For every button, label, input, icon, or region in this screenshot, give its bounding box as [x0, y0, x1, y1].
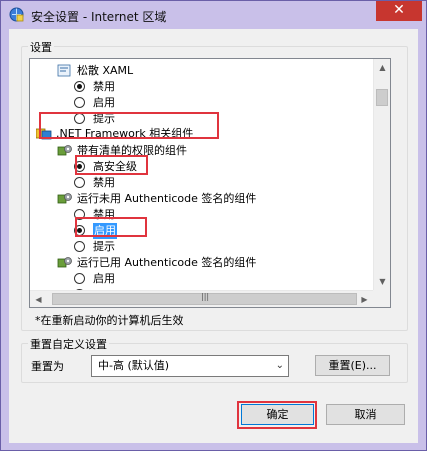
category-label: .NET Framework 相关组件 — [56, 127, 194, 140]
option-label: 启用 — [93, 223, 117, 239]
reset-level-select[interactable]: 中-高 (默认值) ⌄ — [91, 355, 289, 377]
setting-header-label: 运行未用 Authenticode 签名的组件 — [77, 192, 257, 205]
radio-checked-icon[interactable] — [74, 225, 85, 236]
radio-unchecked-icon[interactable] — [74, 273, 85, 284]
ok-button[interactable]: 确定 — [241, 404, 314, 425]
horizontal-scrollbar[interactable]: ◀ ||| ▶ — [30, 290, 373, 307]
xaml-icon — [57, 64, 73, 77]
option-label: 禁用 — [93, 80, 115, 93]
reset-to-label: 重置为 — [31, 360, 64, 373]
title-bar[interactable]: 安全设置 - Internet 区域 ✕ — [1, 1, 426, 28]
option-label: 高安全级 — [93, 160, 137, 173]
scroll-right-icon[interactable]: ▶ — [356, 295, 373, 304]
reset-level-value: 中-高 (默认值) — [98, 359, 170, 372]
option-label: 启用 — [93, 272, 115, 285]
radio-unchecked-icon[interactable] — [74, 97, 85, 108]
option-label: 启用 — [93, 96, 115, 109]
vertical-scrollbar[interactable]: ▲ ▼ — [373, 59, 390, 290]
cancel-button[interactable]: 取消 — [326, 404, 405, 425]
close-button[interactable]: ✕ — [376, 1, 422, 21]
scroll-down-icon[interactable]: ▼ — [374, 277, 390, 286]
setting-gear-icon — [57, 192, 73, 205]
window-title: 安全设置 - Internet 区域 — [31, 10, 167, 24]
option-label: 禁用 — [93, 208, 115, 221]
vertical-scroll-thumb[interactable] — [376, 89, 388, 106]
radio-checked-icon[interactable] — [74, 81, 85, 92]
scroll-corner — [373, 290, 390, 307]
radio-unchecked-icon[interactable] — [74, 241, 85, 252]
reset-button[interactable]: 重置(E)... — [315, 355, 390, 376]
setting-gear-icon — [57, 256, 73, 269]
radio-checked-icon[interactable] — [74, 161, 85, 172]
radio-unchecked-icon[interactable] — [74, 177, 85, 188]
radio-unchecked-icon[interactable] — [74, 113, 85, 124]
scroll-left-icon[interactable]: ◀ — [30, 295, 47, 304]
setting-header-label: 松散 XAML — [77, 64, 134, 77]
settings-list[interactable]: 松散 XAML 禁用 启用 提示 .NET Framework 相关组件 带有清单的权限的… — [29, 58, 391, 308]
radio-unchecked-icon[interactable] — [74, 209, 85, 220]
dialog-window: 安全设置 - Internet 区域 ✕ 设置 松散 XAML 禁用 启用 提示 .NE… — [0, 0, 427, 451]
setting-header-label: 带有清单的权限的组件 — [77, 144, 187, 157]
chevron-down-icon: ⌄ — [275, 360, 284, 371]
scroll-up-icon[interactable]: ▲ — [374, 63, 390, 72]
option-label: 禁用 — [93, 176, 115, 189]
setting-gear-icon — [57, 144, 73, 157]
scroll-grip: ||| — [201, 292, 210, 301]
option-label: 提示 — [93, 112, 115, 125]
setting-header-label: 运行已用 Authenticode 签名的组件 — [77, 256, 257, 269]
option-label: 提示 — [93, 240, 115, 253]
horizontal-scroll-thumb[interactable]: ||| — [52, 292, 357, 305]
restart-note: *在重新启动你的计算机后生效 — [35, 314, 184, 327]
settings-group-label: 设置 — [28, 39, 54, 55]
internet-options-icon — [9, 7, 24, 22]
reset-group-label: 重置自定义设置 — [28, 336, 109, 352]
net-framework-icon — [35, 127, 52, 140]
